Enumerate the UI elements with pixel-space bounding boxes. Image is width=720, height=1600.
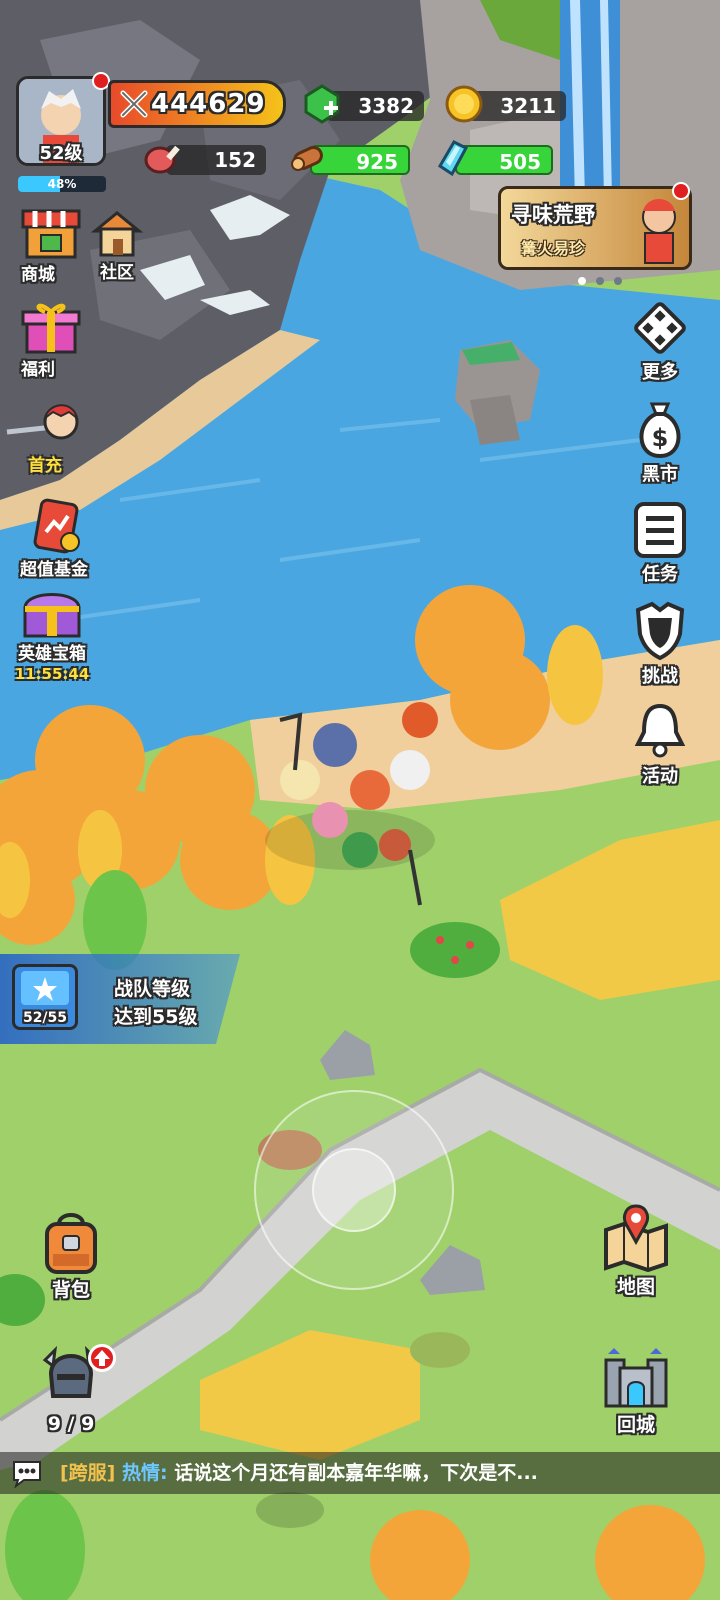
- gold-value: 3211: [500, 94, 556, 118]
- event-subtitle: 篝火易珍: [521, 239, 586, 258]
- shield-icon: [635, 601, 685, 661]
- backpack-icon: [45, 1213, 97, 1274]
- crystal-icon: [437, 140, 469, 177]
- gold-coin-icon: [445, 85, 483, 123]
- return-city-label: 回城: [616, 1414, 655, 1436]
- black-market-label: 黑市: [642, 464, 678, 485]
- meat-value: 152: [214, 148, 256, 172]
- chat-channel: [跨服]: [60, 1462, 116, 1484]
- gems-value: 3382: [358, 94, 414, 118]
- black-market-button[interactable]: $ 黑市: [625, 398, 695, 486]
- event-banner[interactable]: 寻味荒野 篝火易珍: [498, 186, 692, 270]
- treasure-chest-icon: [23, 593, 81, 638]
- first-recharge-label: 首充: [28, 456, 62, 476]
- exp-bar: 48%: [18, 176, 106, 192]
- virtual-joystick[interactable]: [254, 1090, 454, 1290]
- goal-text-line2: 达到55级: [114, 1006, 198, 1028]
- event-notification-dot: [672, 182, 690, 200]
- meat-icon: [144, 145, 180, 174]
- event-character-icon: [642, 199, 676, 264]
- hero-chest-label: 英雄宝箱: [18, 644, 86, 664]
- exp-percent: 48%: [47, 177, 77, 191]
- first-recharge-button[interactable]: 首充: [0, 396, 96, 476]
- player-avatar[interactable]: 52级: [16, 76, 106, 166]
- map-label: 地图: [616, 1276, 655, 1298]
- event-title: 寻味荒野: [511, 203, 595, 227]
- chat-message: 话说这个月还有副本嘉年华嘛，下次是不...: [174, 1462, 538, 1484]
- heroes-count: 9 / 9: [47, 1413, 95, 1435]
- banner-pager-dots: [578, 277, 628, 285]
- joystick-knob[interactable]: [312, 1148, 396, 1232]
- fund-card-icon: [33, 498, 80, 554]
- community-label: 社区: [100, 263, 134, 283]
- backpack-label: 背包: [51, 1279, 90, 1301]
- shop-label: 商城: [21, 265, 55, 285]
- wood-value: 925: [356, 150, 398, 174]
- tasks-label: 任务: [642, 564, 678, 585]
- chat-line: [跨服] 热情: 话说这个月还有副本嘉年华嘛，下次是不...: [60, 1452, 538, 1494]
- chat-bar[interactable]: [跨服] 热情: 话说这个月还有副本嘉年华嘛，下次是不...: [0, 1452, 720, 1494]
- map-button[interactable]: 地图: [596, 1204, 676, 1298]
- svg-text:$: $: [652, 424, 669, 452]
- community-button[interactable]: 社区: [82, 207, 152, 283]
- wood-log-icon: [291, 145, 323, 171]
- return-city-button[interactable]: 回城: [596, 1344, 676, 1436]
- fund-button[interactable]: 超值基金: [4, 498, 104, 580]
- bell-icon: [634, 703, 686, 758]
- challenge-label: 挑战: [642, 666, 678, 687]
- task-list-icon: [634, 502, 686, 558]
- welfare-label: 福利: [21, 360, 55, 380]
- castle-icon: [604, 1348, 668, 1408]
- upgrade-arrow-icon: [88, 1344, 116, 1372]
- goal-text-line1: 战队等级: [114, 978, 191, 1000]
- crossed-swords-icon: [120, 90, 148, 118]
- activity-label: 活动: [642, 766, 678, 787]
- star-book-icon: [21, 971, 69, 1005]
- welfare-button[interactable]: 福利: [6, 300, 96, 380]
- combat-power-value: 444629: [151, 89, 266, 119]
- gift-box-icon: [21, 303, 81, 354]
- activity-button[interactable]: 活动: [625, 700, 695, 788]
- house-icon: [90, 211, 144, 257]
- crystal-value: 505: [499, 150, 541, 174]
- more-button[interactable]: 更多: [625, 298, 695, 384]
- player-level: 52级: [39, 143, 83, 164]
- team-level-goal-panel[interactable]: 52/55 战队等级 达到55级: [0, 954, 240, 1044]
- map-icon: [604, 1204, 668, 1273]
- more-label: 更多: [642, 362, 678, 383]
- green-gem-icon: [304, 84, 340, 124]
- tasks-button[interactable]: 任务: [625, 500, 695, 586]
- combat-power-banner[interactable]: 444629: [108, 80, 286, 128]
- chat-sender: 热情:: [122, 1462, 168, 1484]
- diamond-grid-icon: [634, 302, 686, 354]
- swordswoman-icon: [6, 404, 79, 440]
- money-bag-icon: $: [639, 402, 681, 459]
- challenge-button[interactable]: 挑战: [625, 600, 695, 688]
- hero-chest-timer: 11:55:44: [14, 665, 90, 683]
- goal-progress: 52/55: [22, 1010, 68, 1026]
- fund-label: 超值基金: [20, 560, 88, 580]
- chat-bubble-icon[interactable]: [10, 1458, 44, 1488]
- hero-chest-button[interactable]: 英雄宝箱 11:55:44: [4, 588, 100, 684]
- backpack-button[interactable]: 背包: [26, 1210, 116, 1300]
- shop-icon: [21, 209, 81, 259]
